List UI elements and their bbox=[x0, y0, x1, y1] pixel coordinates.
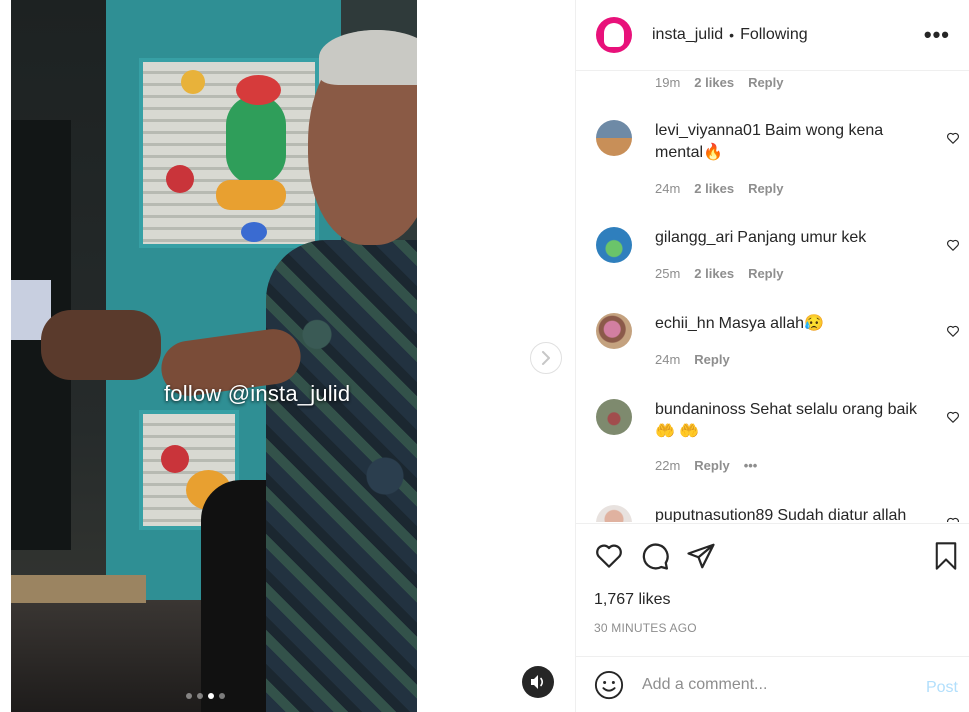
comment-meta: 24m 2 likes Reply bbox=[655, 181, 783, 196]
following-button[interactable]: Following bbox=[740, 26, 808, 44]
header-separator: • bbox=[729, 27, 735, 43]
share-paper-plane-icon[interactable] bbox=[686, 541, 716, 571]
commenter-username[interactable]: bundaninoss bbox=[655, 401, 746, 418]
comment-likes[interactable]: 2 likes bbox=[694, 266, 734, 281]
next-slide-button[interactable] bbox=[530, 342, 562, 374]
comment-more-button[interactable]: ••• bbox=[744, 458, 758, 473]
video-scene-yellow-ornament bbox=[181, 70, 205, 94]
like-heart-icon[interactable] bbox=[594, 541, 624, 571]
comment-input[interactable] bbox=[642, 675, 902, 694]
carousel-dot bbox=[186, 693, 192, 699]
likes-count[interactable]: 1,767 likes bbox=[594, 591, 671, 609]
commenter-username[interactable]: echii_hn bbox=[655, 315, 715, 332]
comment-meta: 19m 2 likes Reply bbox=[655, 75, 783, 90]
heart-icon[interactable] bbox=[946, 410, 960, 424]
comment-text: Sudah diatur allah bbox=[777, 507, 907, 522]
comment-text: Masya allah😥 bbox=[718, 315, 824, 332]
commenter-avatar[interactable] bbox=[596, 399, 632, 435]
comment-likes[interactable]: 2 likes bbox=[694, 181, 734, 196]
post-sidebar: insta_julid • Following ••• 19m 2 likes … bbox=[575, 0, 969, 712]
post-header: insta_julid • Following ••• bbox=[576, 0, 969, 71]
bookmark-icon[interactable] bbox=[932, 541, 960, 571]
comment-body: levi_viyanna01 Baim wong kena mental🔥 bbox=[655, 120, 925, 164]
comment-body: bundaninoss Sehat selalu orang baik🤲 🤲 bbox=[655, 399, 925, 443]
comments-list[interactable]: 19m 2 likes Reply levi_viyanna01 Baim won… bbox=[576, 72, 969, 522]
commenter-avatar[interactable] bbox=[596, 505, 632, 522]
comment-time: 25m bbox=[655, 266, 681, 281]
video-scene-cartoon-feet bbox=[216, 180, 286, 210]
instagram-post-view: follow @insta_julid insta_julid • Follow… bbox=[0, 0, 969, 712]
post-timestamp[interactable]: 30 MINUTES AGO bbox=[594, 621, 697, 635]
media-pane: follow @insta_julid bbox=[0, 0, 575, 712]
comment-reply-button[interactable]: Reply bbox=[748, 266, 783, 281]
comment-reply-button[interactable]: Reply bbox=[694, 458, 729, 473]
comment-reply-button[interactable]: Reply bbox=[748, 181, 783, 196]
commenter-username[interactable]: puputnasution89 bbox=[655, 507, 773, 522]
comment-reply-button[interactable]: Reply bbox=[748, 75, 783, 90]
comment-bubble-icon[interactable] bbox=[640, 541, 670, 571]
heart-icon[interactable] bbox=[946, 324, 960, 338]
comment-body: echii_hn Masya allah😥 bbox=[655, 313, 925, 335]
comment-meta: 25m 2 likes Reply bbox=[655, 266, 783, 281]
video-scene-cartoon-figure bbox=[226, 95, 286, 185]
commenter-avatar[interactable] bbox=[596, 227, 632, 263]
comment-time: 24m bbox=[655, 352, 681, 367]
chevron-right-icon bbox=[542, 351, 550, 365]
comment-time: 24m bbox=[655, 181, 681, 196]
emoji-smile-icon[interactable] bbox=[594, 670, 624, 700]
comment-body: gilangg_ari Panjang umur kek bbox=[655, 227, 925, 249]
comment-body: puputnasution89 Sudah diatur allah bbox=[655, 505, 925, 522]
author-avatar[interactable] bbox=[596, 17, 632, 53]
video-scene-shirt bbox=[266, 240, 417, 712]
carousel-dot-active bbox=[208, 693, 214, 699]
comment-meta: 24m Reply bbox=[655, 352, 730, 367]
carousel-indicator bbox=[186, 693, 225, 699]
video-scene-blue-ornament bbox=[241, 222, 267, 242]
comment-time: 19m bbox=[655, 75, 681, 90]
sound-toggle-button[interactable] bbox=[522, 666, 554, 698]
add-comment-bar: Post bbox=[576, 656, 969, 712]
commenter-username[interactable]: gilangg_ari bbox=[655, 229, 733, 246]
carousel-dot bbox=[197, 693, 203, 699]
post-actions: 1,767 likes 30 MINUTES AGO bbox=[576, 523, 969, 655]
author-username[interactable]: insta_julid bbox=[652, 26, 723, 44]
comment-text: Panjang umur kek bbox=[737, 229, 867, 246]
commenter-avatar[interactable] bbox=[596, 120, 632, 156]
post-video[interactable] bbox=[11, 0, 417, 712]
commenter-username[interactable]: levi_viyanna01 bbox=[655, 122, 761, 139]
video-scene-red-ornament-lower bbox=[161, 445, 189, 473]
comment-time: 22m bbox=[655, 458, 681, 473]
video-scene-hand bbox=[41, 310, 161, 380]
comment-reply-button[interactable]: Reply bbox=[694, 352, 729, 367]
comment-meta: 22m Reply ••• bbox=[655, 458, 757, 473]
commenter-avatar[interactable] bbox=[596, 313, 632, 349]
video-scene-hair-front bbox=[319, 30, 417, 85]
post-button[interactable]: Post bbox=[926, 679, 958, 697]
action-icons bbox=[594, 541, 716, 571]
heart-icon[interactable] bbox=[946, 238, 960, 252]
video-scene-red-ornament bbox=[166, 165, 194, 193]
carousel-dot bbox=[219, 693, 225, 699]
video-scene-cartoon-head bbox=[236, 75, 281, 105]
video-watermark-text: follow @insta_julid bbox=[164, 381, 351, 406]
comment-likes[interactable]: 2 likes bbox=[694, 75, 734, 90]
speaker-icon bbox=[531, 675, 544, 689]
heart-icon[interactable] bbox=[946, 516, 960, 522]
heart-icon[interactable] bbox=[946, 131, 960, 145]
video-scene-mat bbox=[11, 575, 146, 603]
more-options-button[interactable]: ••• bbox=[924, 22, 950, 48]
